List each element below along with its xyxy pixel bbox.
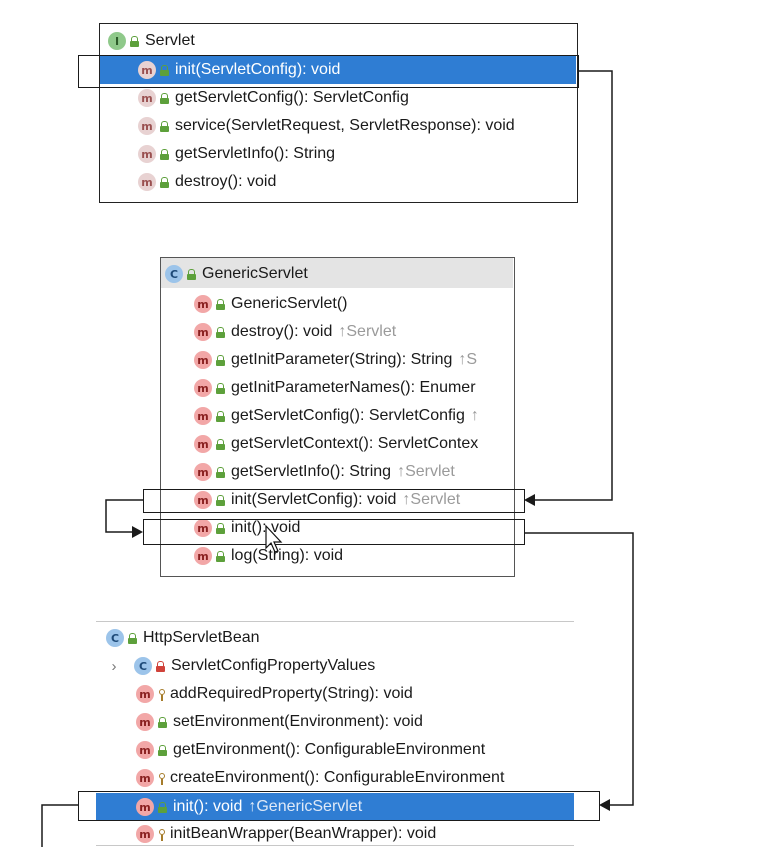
arrow-servlet-init-to-generic-init-config xyxy=(530,70,613,501)
arrowhead-icon xyxy=(524,494,535,506)
arrow-http-init-continues xyxy=(41,804,78,847)
arrow-generic-init-config-to-init xyxy=(105,499,143,533)
arrow-generic-init-to-http-init xyxy=(524,532,634,806)
arrowhead-icon xyxy=(132,526,143,538)
arrowhead-icon xyxy=(599,799,610,811)
connector-arrows xyxy=(41,70,634,847)
mouse-pointer-icon xyxy=(265,524,283,553)
